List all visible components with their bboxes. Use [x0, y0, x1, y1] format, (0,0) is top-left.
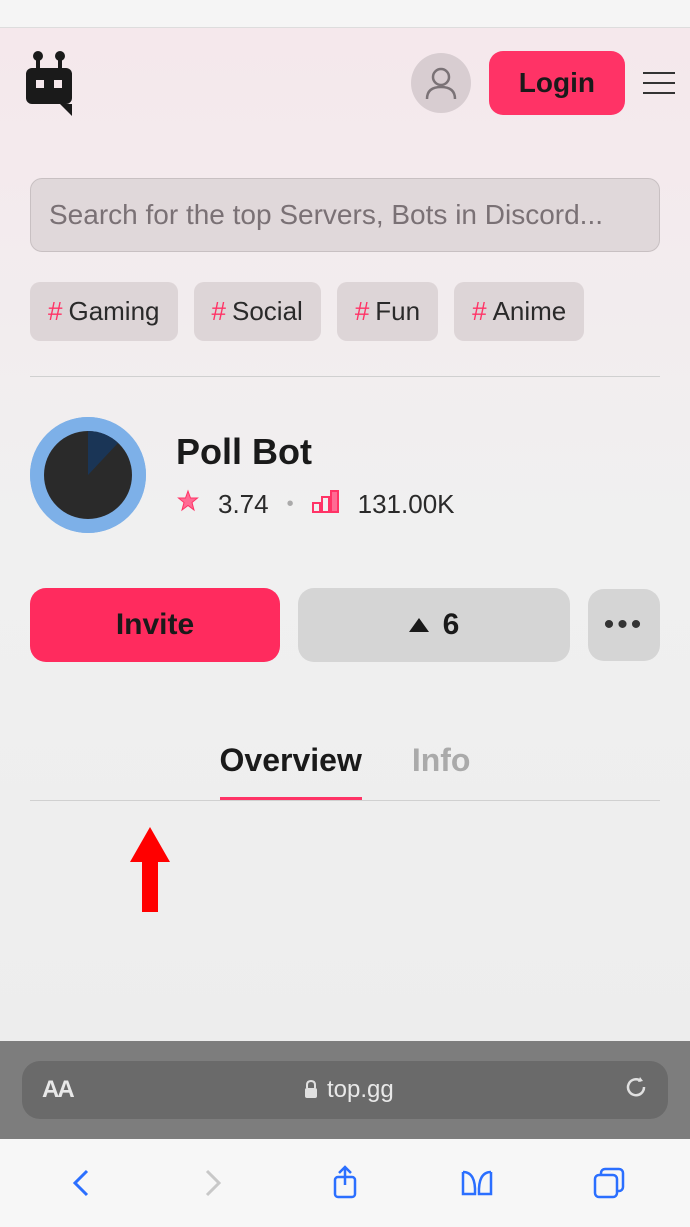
safari-toolbar: [0, 1139, 690, 1227]
lock-icon: [303, 1080, 319, 1100]
vote-count: 6: [443, 608, 460, 642]
url-pill[interactable]: AA top.gg: [22, 1061, 668, 1119]
search-input[interactable]: Search for the top Servers, Bots in Disc…: [30, 178, 660, 252]
bar-chart-icon: [312, 489, 340, 520]
rating-value: 3.74: [218, 489, 269, 520]
forward-button: [195, 1165, 231, 1201]
separator-dot: •: [287, 493, 294, 516]
topgg-logo[interactable]: [20, 48, 78, 118]
tag-list: #Gaming #Social #Fun #Anime: [0, 272, 690, 376]
site-header: Login: [0, 28, 690, 138]
more-options-button[interactable]: •••: [588, 589, 660, 661]
page-content: Login Search for the top Servers, Bots i…: [0, 28, 690, 1041]
bot-name: Poll Bot: [176, 431, 455, 473]
tag-fun[interactable]: #Fun: [337, 282, 438, 341]
bot-info: Poll Bot 3.74 • 131.00K: [176, 431, 455, 520]
hamburger-menu-icon[interactable]: [643, 72, 675, 94]
star-icon: [176, 489, 200, 520]
user-avatar[interactable]: [411, 53, 471, 113]
text-size-icon[interactable]: AA: [42, 1076, 73, 1104]
back-button[interactable]: [63, 1165, 99, 1201]
login-button[interactable]: Login: [489, 51, 625, 115]
servers-count: 131.00K: [358, 489, 455, 520]
tab-info[interactable]: Info: [412, 742, 471, 800]
url-display: top.gg: [73, 1076, 624, 1104]
bot-section: Poll Bot 3.74 • 131.00K: [0, 377, 690, 553]
hash-icon: #: [212, 296, 226, 327]
upvote-icon: [409, 618, 429, 632]
invite-button[interactable]: Invite: [30, 588, 280, 662]
browser-chrome-top: [0, 0, 690, 28]
reload-icon[interactable]: [624, 1075, 648, 1106]
hash-icon: #: [48, 296, 62, 327]
tag-social[interactable]: #Social: [194, 282, 321, 341]
share-button[interactable]: [327, 1165, 363, 1201]
bookmarks-button[interactable]: [459, 1165, 495, 1201]
safari-url-bar: AA top.gg: [0, 1041, 690, 1139]
person-icon: [423, 65, 459, 101]
annotation-arrow: [125, 827, 175, 922]
tab-overview[interactable]: Overview: [220, 742, 362, 800]
tag-anime[interactable]: #Anime: [454, 282, 584, 341]
bot-stats: 3.74 • 131.00K: [176, 489, 455, 520]
tag-gaming[interactable]: #Gaming: [30, 282, 178, 341]
bot-avatar[interactable]: [30, 417, 146, 533]
tabs: Overview Info: [30, 697, 660, 801]
action-buttons: Invite 6 •••: [0, 553, 690, 697]
tabs-button[interactable]: [591, 1165, 627, 1201]
vote-button[interactable]: 6: [298, 588, 570, 662]
hash-icon: #: [355, 296, 369, 327]
bot-header: Poll Bot 3.74 • 131.00K: [30, 417, 660, 533]
hash-icon: #: [472, 296, 486, 327]
